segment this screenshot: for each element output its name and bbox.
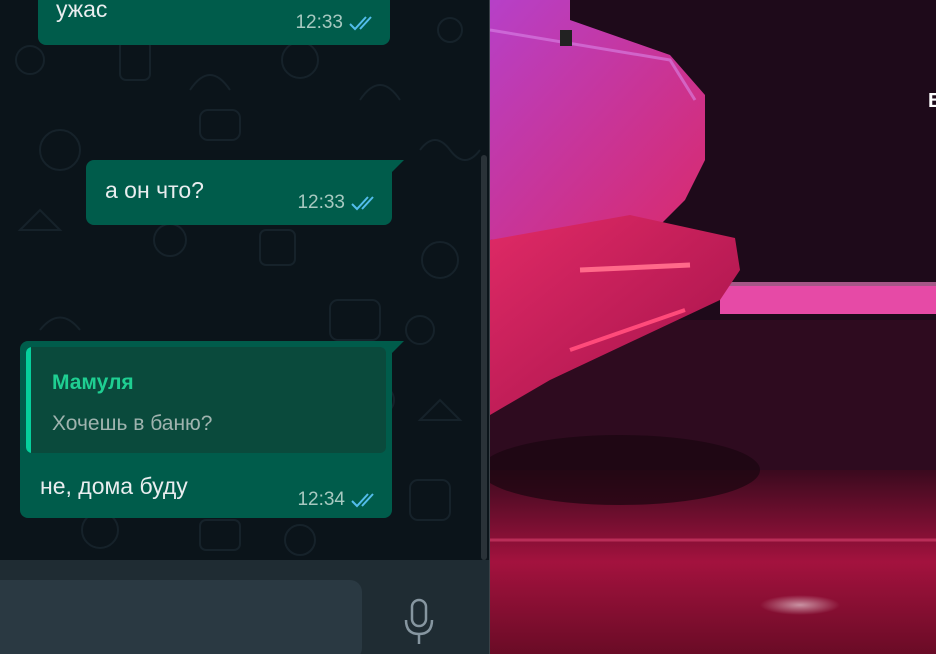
quote-author: Мамуля xyxy=(52,371,134,394)
message-bubble[interactable]: ужас 12:33 xyxy=(38,0,390,45)
message-input[interactable] xyxy=(0,580,362,654)
message-bubble[interactable]: Мамуля Хочешь в баню? не, дома буду 12:3… xyxy=(20,341,404,518)
quote-text: Хочешь в баню? xyxy=(52,412,213,435)
video-frame: B xyxy=(490,0,936,654)
double-check-icon xyxy=(351,493,374,508)
message-time: 12:33 xyxy=(295,12,343,33)
message-time: 12:34 xyxy=(297,489,345,510)
microphone-icon[interactable] xyxy=(402,598,436,646)
video-scene xyxy=(490,0,936,654)
message-composer xyxy=(0,560,489,654)
quote-accent-bar xyxy=(26,347,31,453)
message-bubble[interactable]: а он что? 12:33 xyxy=(86,160,404,225)
message-meta: 12:33 xyxy=(295,12,378,34)
message-meta: 12:34 xyxy=(297,489,380,511)
message-meta: 12:33 xyxy=(297,192,380,214)
bubble-tail xyxy=(392,160,404,172)
chat-pane: ужас 12:33 а он что? 12:33 Мамуля Хочешь… xyxy=(0,0,489,654)
message-text: не, дома буду xyxy=(40,473,188,499)
video-caption: B xyxy=(928,90,936,112)
message-time: 12:33 xyxy=(297,192,345,213)
chat-scrollbar[interactable] xyxy=(481,155,487,560)
double-check-icon xyxy=(349,16,372,31)
bubble-tail xyxy=(392,341,404,353)
message-text: а он что? xyxy=(105,177,204,203)
double-check-icon xyxy=(351,196,374,211)
message-text: ужас xyxy=(56,0,108,22)
quoted-message[interactable]: Мамуля Хочешь в баню? xyxy=(26,347,386,453)
